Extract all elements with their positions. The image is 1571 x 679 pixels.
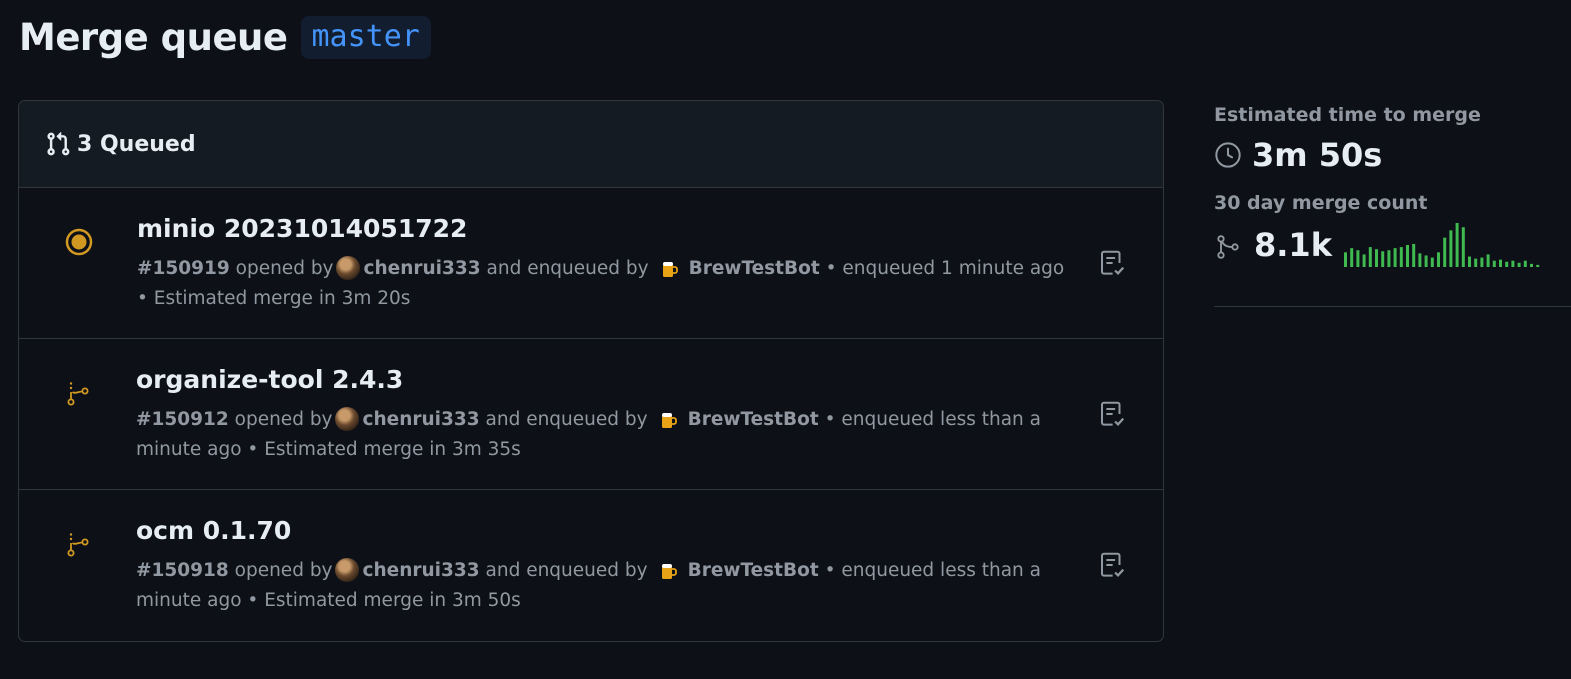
pr-title[interactable]: organize-tool 2.4.3 — [136, 365, 403, 394]
sparkline-bar — [1461, 227, 1465, 267]
author-link[interactable]: chenrui333 — [363, 409, 480, 430]
sparkline-bar — [1405, 245, 1409, 267]
pr-title[interactable]: ocm 0.1.70 — [136, 516, 291, 545]
sparkline-bar — [1368, 247, 1372, 267]
sparkline-bar — [1436, 252, 1440, 267]
author-link[interactable]: chenrui333 — [364, 258, 481, 279]
sparkline-bar — [1343, 252, 1347, 267]
queued-count: 3 Queued — [77, 131, 196, 157]
page-header: Merge queue master — [19, 16, 431, 59]
opened-by-text: opened by — [234, 560, 333, 581]
merge-count-sparkline — [1343, 223, 1540, 267]
enqueuer-link[interactable]: BrewTestBot — [688, 409, 819, 430]
page-title: Merge queue — [19, 16, 288, 59]
sparkline-bar — [1393, 248, 1397, 267]
merge-count-label: 30 day merge count — [1214, 192, 1428, 214]
queue-item: minio 20231014051722 #150919 opened by ch… — [19, 188, 1163, 339]
sparkline-bar — [1356, 250, 1360, 267]
pr-number[interactable]: #150912 — [136, 409, 229, 430]
git-pull-request-icon — [47, 131, 70, 156]
sparkline-bar — [1362, 254, 1366, 267]
sparkline-bar — [1387, 250, 1391, 267]
author-link[interactable]: chenrui333 — [363, 560, 480, 581]
sparkline-bar — [1498, 259, 1502, 267]
enqueuer-link[interactable]: BrewTestBot — [689, 258, 820, 279]
merging-dot-icon — [65, 228, 93, 256]
sparkline-bar — [1424, 255, 1428, 267]
eta-row: 3m 50s — [1214, 136, 1571, 174]
merge-count-value: 8.1k — [1254, 226, 1332, 264]
clock-icon — [1215, 142, 1241, 168]
sparkline-bar — [1455, 223, 1459, 267]
checklist-icon[interactable] — [1097, 248, 1127, 278]
merge-count-row: 8.1k — [1214, 222, 1571, 268]
sparkline-bar — [1517, 262, 1521, 267]
merge-stats-sidebar: Estimated time to merge 3m 50s 30 day me… — [1214, 104, 1571, 268]
sparkline-bar — [1529, 263, 1533, 267]
enqueued-by-text: and enqueued by — [486, 258, 649, 279]
eta-label: Estimated time to merge — [1214, 104, 1481, 126]
opened-by-text: opened by — [235, 258, 334, 279]
sparkline-bar — [1511, 260, 1515, 267]
author-avatar[interactable] — [334, 558, 359, 582]
opened-by-text: opened by — [234, 409, 333, 430]
queue-header: 3 Queued — [19, 101, 1163, 188]
sidebar-divider — [1214, 306, 1571, 307]
pr-title[interactable]: minio 20231014051722 — [137, 214, 467, 243]
queue-item: ocm 0.1.70 #150918 opened by chenrui333 a… — [19, 490, 1163, 640]
sparkline-bar — [1523, 260, 1527, 267]
sparkline-bar — [1480, 257, 1484, 267]
checklist-icon[interactable] — [1097, 550, 1127, 580]
git-merge-queue-icon — [67, 382, 89, 406]
beer-icon[interactable] — [656, 407, 680, 431]
sparkline-bar — [1412, 243, 1416, 267]
pr-meta: #150912 opened by chenrui333 and enqueued… — [136, 405, 1066, 465]
sparkline-bar — [1418, 253, 1422, 267]
sparkline-bar — [1492, 260, 1496, 267]
sparkline-bar — [1399, 247, 1403, 267]
sparkline-bar — [1374, 249, 1378, 267]
sparkline-bar — [1350, 248, 1354, 267]
git-merge-queue-icon — [67, 533, 89, 557]
pr-meta: #150919 opened by chenrui333 and enqueued… — [137, 254, 1067, 314]
sparkline-bar — [1467, 256, 1471, 267]
sparkline-bar — [1430, 257, 1434, 267]
merge-queue-list: 3 Queued minio 20231014051722 #150919 op… — [18, 100, 1164, 642]
sparkline-bar — [1443, 237, 1447, 267]
enqueued-by-text: and enqueued by — [485, 560, 648, 581]
sparkline-bar — [1486, 254, 1490, 267]
beer-icon[interactable] — [656, 558, 680, 582]
beer-icon[interactable] — [657, 256, 681, 280]
pr-meta: #150918 opened by chenrui333 and enqueued… — [136, 556, 1066, 616]
sparkline-bar — [1474, 258, 1478, 267]
branch-badge[interactable]: master — [301, 16, 431, 59]
git-merge-icon — [1217, 235, 1239, 259]
sparkline-bar — [1381, 251, 1385, 267]
sparkline-bar — [1536, 264, 1540, 267]
sparkline-bar — [1449, 230, 1453, 267]
author-avatar[interactable] — [335, 256, 360, 280]
pr-number[interactable]: #150919 — [137, 258, 230, 279]
queue-item: organize-tool 2.4.3 #150912 opened by che… — [19, 339, 1163, 490]
pr-number[interactable]: #150918 — [136, 560, 229, 581]
sparkline-bar — [1505, 261, 1509, 267]
enqueued-by-text: and enqueued by — [485, 409, 648, 430]
eta-value: 3m 50s — [1252, 136, 1383, 174]
checklist-icon[interactable] — [1097, 399, 1127, 429]
enqueuer-link[interactable]: BrewTestBot — [688, 560, 819, 581]
author-avatar[interactable] — [334, 407, 359, 431]
